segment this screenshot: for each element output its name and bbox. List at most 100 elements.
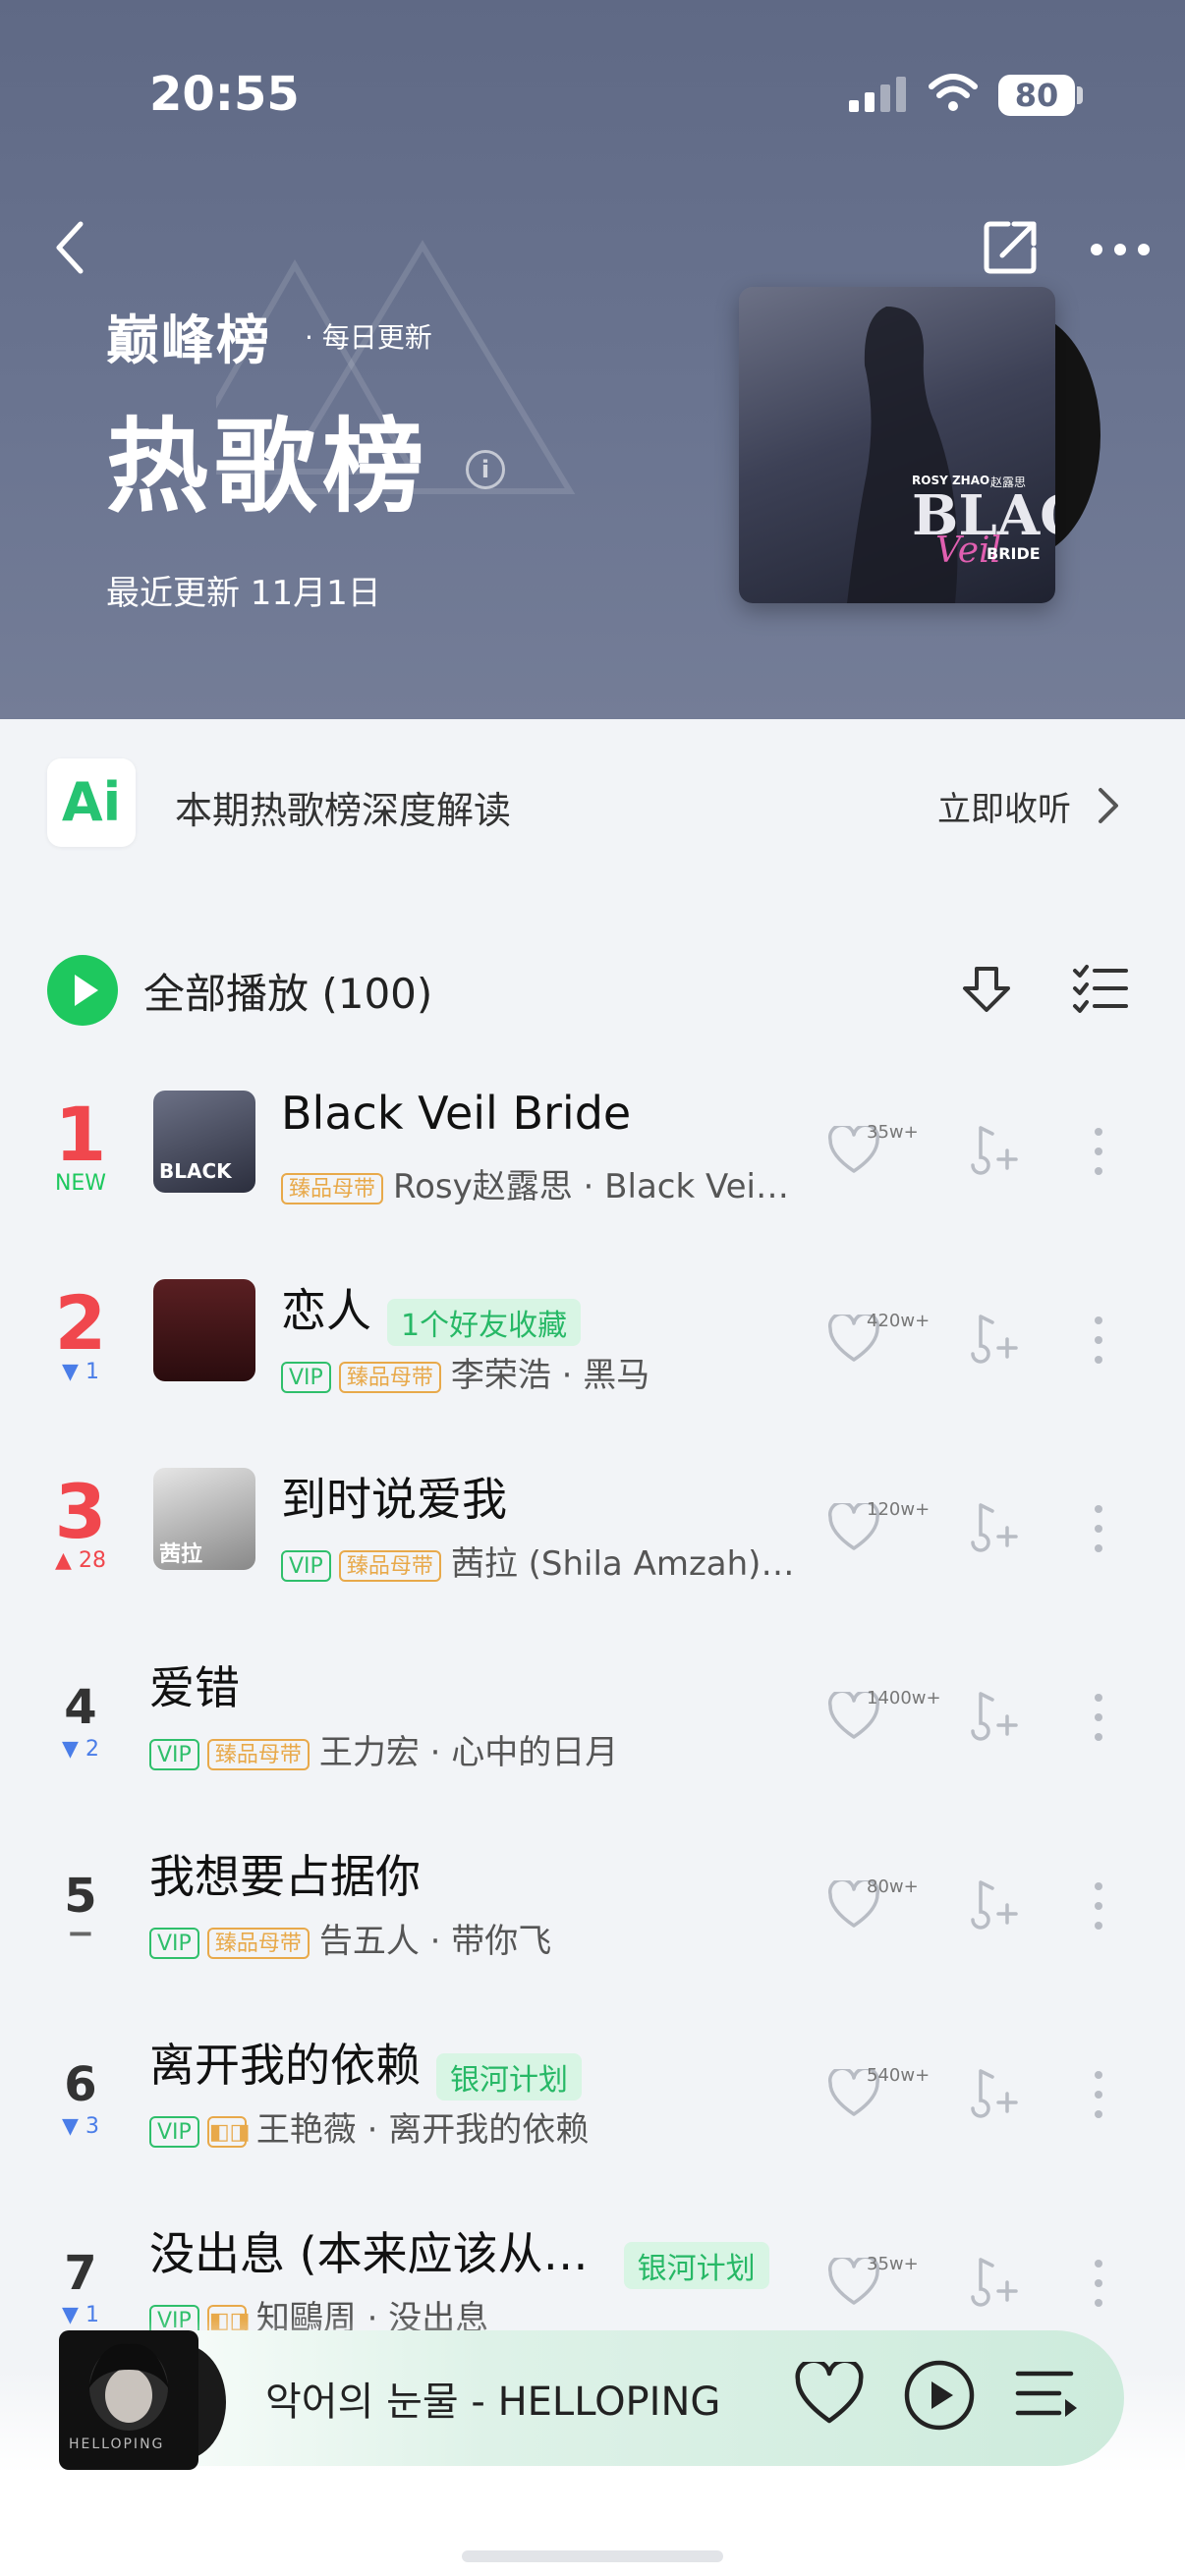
song-title[interactable]: 没出息 (本来应该从… (149, 2227, 589, 2280)
song-more-icon[interactable] (1091, 2258, 1106, 2309)
master-quality-badge: 臻品母带 (206, 1738, 310, 1770)
ai-interpretation-text[interactable]: 本期热歌榜深度解读 (175, 780, 511, 834)
add-to-playlist-icon[interactable] (971, 2256, 1020, 2307)
vip-badge: VIP (149, 2115, 199, 2148)
song-row[interactable]: 1 NEW BLACK Black Veil Bride 臻品母带 Rosy赵露思 · B… (0, 1087, 1185, 1279)
back-icon[interactable] (51, 220, 90, 275)
song-more-icon[interactable] (1091, 2069, 1106, 2120)
song-meta: 臻品母带 Rosy赵露思 · Black Vei… (281, 1159, 816, 1207)
play-pause-icon[interactable] (902, 2358, 977, 2433)
song-meta: VIP 臻品母带 李荣浩 · 黑马 (281, 1348, 816, 1396)
artist-album[interactable]: Rosy赵露思 · Black Vei… (393, 1167, 789, 1206)
chart-brand: 巅峰榜 (106, 309, 271, 371)
rank-number: 6 (64, 2057, 97, 2112)
play-icon (75, 975, 98, 1006)
song-more-icon[interactable] (1091, 1126, 1106, 1177)
song-tag: 银河计划 (436, 2052, 582, 2100)
song-row[interactable]: 2 ▼ 1 恋人 1个好友收藏 VIP 臻品母带 李荣浩 · 黑马 420w+ (0, 1279, 1185, 1468)
song-title[interactable]: Black Veil Bride (281, 1087, 631, 1140)
song-meta: VIP 臻品母带 茜拉 (Shila Amzah)… (281, 1537, 816, 1585)
heart-icon[interactable] (794, 2362, 865, 2427)
song-title[interactable]: 恋人 (281, 1284, 371, 1337)
cover-sub: BRIDE (987, 544, 1041, 563)
now-playing-title: 악어의 눈물 - HELLOPING (265, 2380, 721, 2425)
add-to-playlist-icon[interactable] (971, 1501, 1020, 1552)
song-more-icon[interactable] (1091, 1692, 1106, 1743)
thumbnail-text: 茜拉 (159, 1542, 203, 1567)
home-indicator (462, 2550, 723, 2562)
master-quality-badge: 臻品母带 (338, 1361, 441, 1393)
like-count: 80w+ (867, 1876, 919, 1897)
share-icon[interactable] (981, 218, 1040, 277)
master-quality-badge: 臻品母带 (206, 1927, 310, 1959)
artist-album[interactable]: 王艳薇 · 离开我的依赖 (256, 2110, 589, 2150)
vip-badge: VIP (281, 1361, 331, 1393)
song-meta: VIP ◧◨ 王艳薇 · 离开我的依赖 (149, 2102, 816, 2151)
rank-change: ▼ 1 (62, 1360, 99, 1384)
status-time: 20:55 (149, 67, 300, 122)
song-row[interactable]: 3 ▲ 28 茜拉 到时说爱我 VIP 臻品母带 茜拉 (Shila Amzah)… 120w… (0, 1468, 1185, 1656)
rank-change: ▼ 2 (62, 1737, 99, 1762)
like-count: 1400w+ (867, 1688, 941, 1708)
song-meta: VIP 臻品母带 王力宏 · 心中的日月 (149, 1725, 816, 1773)
like-count: 35w+ (867, 2254, 919, 2274)
info-icon[interactable]: i (466, 450, 505, 489)
song-more-icon[interactable] (1091, 1880, 1106, 1932)
rank-change: NEW (54, 1171, 107, 1196)
signal-icon (849, 77, 906, 112)
wifi-icon (929, 74, 978, 111)
add-to-playlist-icon[interactable] (971, 1124, 1020, 1175)
like-count: 540w+ (867, 2065, 931, 2086)
rank-number: 7 (64, 2246, 97, 2301)
song-more-icon[interactable] (1091, 1503, 1106, 1554)
song-title-row: 爱错 (149, 1652, 796, 1717)
add-to-playlist-icon[interactable] (971, 1690, 1020, 1741)
more-icon[interactable] (1089, 240, 1152, 259)
artist-album[interactable]: 告五人 · 带你飞 (319, 1922, 551, 1961)
last-updated: 最近更新 11月1日 (106, 574, 381, 613)
add-to-playlist-icon[interactable] (971, 2067, 1020, 2118)
song-title-row: 我想要占据你 (149, 1841, 796, 1906)
song-title[interactable]: 爱错 (149, 1661, 240, 1714)
song-title[interactable]: 离开我的依赖 (149, 2039, 421, 2092)
master-quality-badge: 臻品母带 (338, 1549, 441, 1582)
rank-number: 4 (64, 1680, 97, 1735)
rank-number: 2 (54, 1279, 107, 1367)
vip-badge: VIP (281, 1549, 331, 1582)
top-album-cover[interactable]: ROSY ZHAO 赵露思 BLACK Veil BRIDE (739, 287, 1055, 603)
download-icon[interactable] (959, 963, 1014, 1018)
song-title-row: 没出息 (本来应该从… 银河计划 (149, 2218, 796, 2289)
artist-album[interactable]: 李荣浩 · 黑马 (451, 1356, 649, 1395)
battery-indicator: 80 (998, 75, 1075, 116)
chevron-right-icon[interactable] (1097, 786, 1120, 825)
thumbnail-text: BLACK (159, 1159, 232, 1183)
song-row[interactable]: 5− 我想要占据你 VIP 臻品母带 告五人 · 带你飞 80w+ (0, 1845, 1185, 2034)
song-title-row: 到时说爱我 (281, 1464, 796, 1529)
artist-album[interactable]: 茜拉 (Shila Amzah)… (451, 1544, 795, 1584)
add-to-playlist-icon[interactable] (971, 1313, 1020, 1364)
mini-player-cover[interactable]: HELLOPING (59, 2330, 198, 2470)
multi-select-icon[interactable] (1071, 963, 1130, 1014)
song-title[interactable]: 我想要占据你 (149, 1850, 421, 1903)
play-all-label[interactable]: 全部播放 (100) (143, 961, 432, 1021)
song-title[interactable]: 到时说爱我 (281, 1473, 507, 1526)
play-all-button[interactable] (47, 955, 118, 1026)
album-thumbnail[interactable]: BLACK (153, 1091, 255, 1193)
like-count: 120w+ (867, 1499, 931, 1520)
listen-now-button[interactable]: 立即收听 (937, 782, 1071, 830)
album-thumbnail[interactable]: 茜拉 (153, 1468, 255, 1570)
add-to-playlist-icon[interactable] (971, 1878, 1020, 1930)
artist-album[interactable]: 王力宏 · 心中的日月 (319, 1733, 618, 1772)
song-more-icon[interactable] (1091, 1315, 1106, 1366)
song-title-row: 恋人 1个好友收藏 (281, 1275, 796, 1346)
song-row[interactable]: 4 ▼ 2 爱错 VIP 臻品母带 王力宏 · 心中的日月 1400w+ (0, 1656, 1185, 1845)
song-row[interactable]: 6 ▼ 3 离开我的依赖 银河计划 VIP ◧◨ 王艳薇 · 离开我的依赖 540w+ (0, 2034, 1185, 2222)
rank-change: − (66, 1914, 95, 1953)
chart-header: 20:55 80 巅峰榜 · 每日更新 热歌榜 i 最近更新 11月1日 ROS… (0, 0, 1185, 719)
album-thumbnail[interactable] (153, 1279, 255, 1381)
like-count: 35w+ (867, 1122, 919, 1143)
song-meta: VIP 臻品母带 告五人 · 带你飞 (149, 1914, 816, 1962)
playlist-icon[interactable] (1014, 2366, 1079, 2423)
song-title-row: 离开我的依赖 银河计划 (149, 2030, 796, 2100)
song-tag: 银河计划 (623, 2241, 769, 2289)
